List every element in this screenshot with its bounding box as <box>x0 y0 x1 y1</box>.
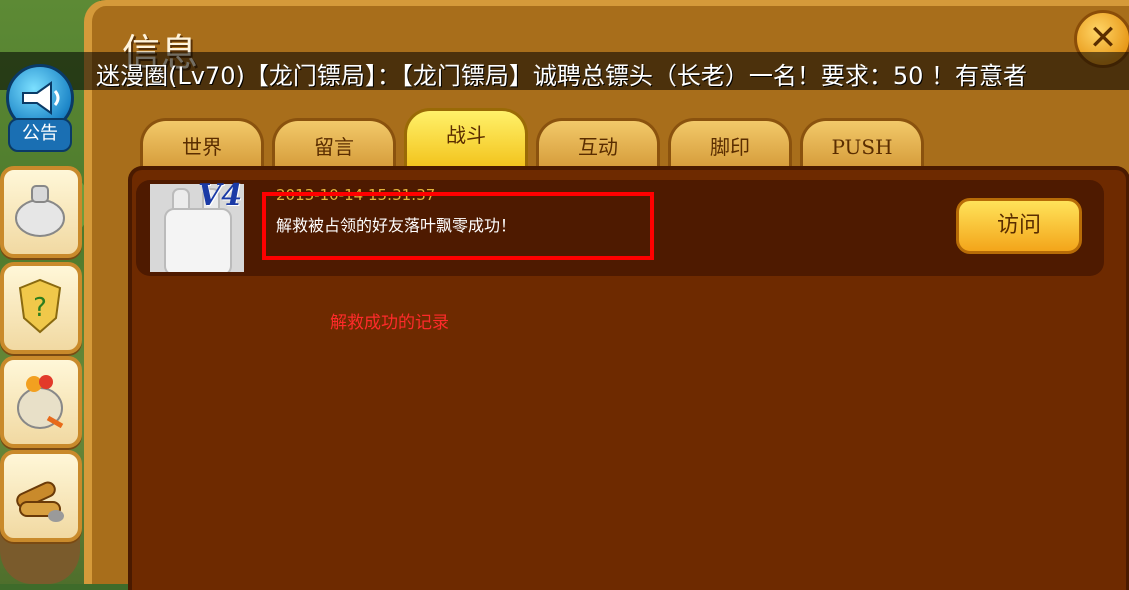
svg-text:?: ? <box>33 293 47 323</box>
avatar-face <box>164 208 232 272</box>
tab-battle[interactable]: 战斗 <box>404 108 528 169</box>
side-button-seeds[interactable] <box>0 356 82 448</box>
side-button-wood[interactable] <box>0 450 82 542</box>
seed-bag-icon <box>17 375 64 429</box>
vip-badge: V4 <box>198 178 243 213</box>
notice-ticker: 迷漫圈(Lv70)【龙门镖局】：【龙门镖局】诚聘总镖头（长老）一名！要求：50 … <box>0 52 1129 90</box>
gift-bag-icon <box>15 185 65 237</box>
announcement-button[interactable]: 公告 <box>0 60 80 152</box>
tab-push[interactable]: PUSH <box>800 118 924 169</box>
tab-interaction[interactable]: 互动 <box>536 118 660 169</box>
announcement-label: 公告 <box>8 118 72 152</box>
list-item: V4 2013-10-14 15:31:37 解救被占领的好友落叶飘零成功！ 访… <box>136 178 1104 276</box>
wood-logs-icon <box>16 481 64 522</box>
tab-messages[interactable]: 留言 <box>272 118 396 169</box>
question-shield-icon: ? <box>18 278 62 334</box>
tab-world[interactable]: 世界 <box>140 118 264 169</box>
side-button-gift[interactable] <box>0 166 82 258</box>
side-button-quest[interactable]: ? <box>0 262 82 354</box>
annotation-text: 解救成功的记录 <box>330 313 449 333</box>
battle-records-list: V4 2013-10-14 15:31:37 解救被占领的好友落叶飘零成功！ 访… <box>128 166 1129 590</box>
highlight-box <box>262 192 654 260</box>
ticker-text: 迷漫圈(Lv70)【龙门镖局】：【龙门镖局】诚聘总镖头（长老）一名！要求：50 … <box>96 62 1028 90</box>
tab-footprints[interactable]: 脚印 <box>668 118 792 169</box>
visit-button[interactable]: 访问 <box>956 198 1082 254</box>
